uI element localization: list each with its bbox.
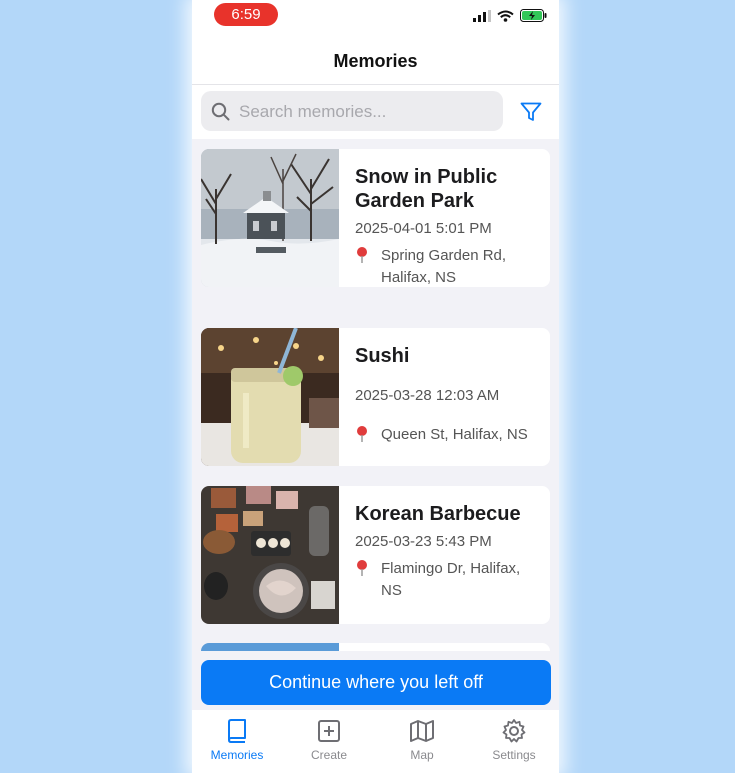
- memories-list[interactable]: Snow in Public Garden Park 2025-04-01 5:…: [192, 139, 559, 651]
- memory-card-body: Snow in Public Garden Park 2025-04-01 5:…: [355, 149, 542, 287]
- memory-card[interactable]: Sushi 2025-03-28 12:03 AM Queen St, Hali…: [201, 328, 550, 466]
- status-bar: 6:59: [192, 0, 559, 34]
- continue-button[interactable]: Continue where you left off: [201, 660, 551, 705]
- memory-card-body: Sushi 2025-03-28 12:03 AM Queen St, Hali…: [355, 328, 542, 446]
- memory-date: 2025-04-01 5:01 PM: [355, 220, 492, 237]
- search-icon: [211, 102, 230, 121]
- memory-thumbnail-snow-park: [201, 149, 339, 287]
- search-input[interactable]: [237, 91, 496, 133]
- book-icon: [228, 719, 246, 743]
- location-pin-icon: [357, 560, 367, 576]
- wifi-icon: [497, 10, 514, 22]
- memory-location: Queen St, Halifax, NS: [381, 426, 528, 443]
- tab-label: Map: [410, 748, 434, 762]
- memory-location-line1: Spring Garden Rd,: [381, 247, 507, 264]
- memory-date: 2025-03-23 5:43 PM: [355, 533, 492, 550]
- location-pin-icon: [357, 247, 367, 263]
- page-title: Memories: [333, 51, 418, 71]
- memory-title: Snow in Public Garden Park: [355, 165, 542, 213]
- memory-location-row: Queen St, Halifax, NS: [355, 424, 542, 446]
- memory-location: Flamingo Dr, Halifax, NS: [381, 558, 520, 602]
- memory-card[interactable]: Korean Barbecue 2025-03-23 5:43 PM Flami…: [201, 486, 550, 624]
- memory-thumbnail-sushi: [201, 328, 339, 466]
- memory-title: Sushi: [355, 345, 410, 367]
- filter-icon[interactable]: [519, 100, 543, 124]
- memory-title: Korean Barbecue: [355, 503, 521, 525]
- plus-square-icon: [318, 720, 340, 742]
- cellular-signal-icon: [473, 9, 491, 22]
- memory-location-line1: Flamingo Dr, Halifax,: [381, 560, 521, 577]
- memory-location-line2: Halifax, NS: [381, 269, 457, 286]
- memory-location: Spring Garden Rd, Halifax, NS: [381, 245, 506, 287]
- tab-label: Settings: [492, 748, 536, 762]
- status-icons: [473, 9, 547, 22]
- memory-card-body: Korean Barbecue 2025-03-23 5:43 PM Flami…: [355, 486, 542, 602]
- memory-thumbnail-korean-bbq: [201, 486, 339, 624]
- gear-icon: [502, 719, 526, 743]
- memory-location-line2: NS: [381, 582, 402, 599]
- memory-title-line2: Garden Park: [355, 190, 474, 212]
- status-time: 6:59: [214, 3, 278, 26]
- tab-settings[interactable]: Settings: [469, 718, 559, 762]
- search-box[interactable]: [201, 91, 503, 133]
- navigation-bar: Memories: [192, 34, 559, 85]
- tab-label: Memories: [210, 748, 264, 762]
- tab-map[interactable]: Map: [377, 718, 467, 762]
- tab-label: Create: [310, 748, 348, 762]
- memory-title-line1: Snow in Public: [355, 166, 498, 188]
- map-icon: [410, 720, 434, 742]
- memory-card[interactable]: [201, 643, 550, 651]
- search-area: [192, 85, 559, 139]
- memory-thumbnail-partial: [201, 643, 339, 651]
- memory-date: 2025-03-28 12:03 AM: [355, 387, 500, 404]
- tab-memories[interactable]: Memories: [192, 718, 282, 762]
- memory-card[interactable]: Snow in Public Garden Park 2025-04-01 5:…: [201, 149, 550, 287]
- memory-location-row: Spring Garden Rd, Halifax, NS: [355, 245, 542, 287]
- tab-create[interactable]: Create: [284, 718, 374, 762]
- memory-location-row: Flamingo Dr, Halifax, NS: [355, 558, 542, 602]
- battery-charging-icon: [520, 9, 547, 22]
- tab-bar: Memories Create Map Settings: [192, 710, 559, 773]
- location-pin-icon: [357, 426, 367, 442]
- phone-screen: 6:59 Memories Search memories... Snow in…: [192, 0, 559, 773]
